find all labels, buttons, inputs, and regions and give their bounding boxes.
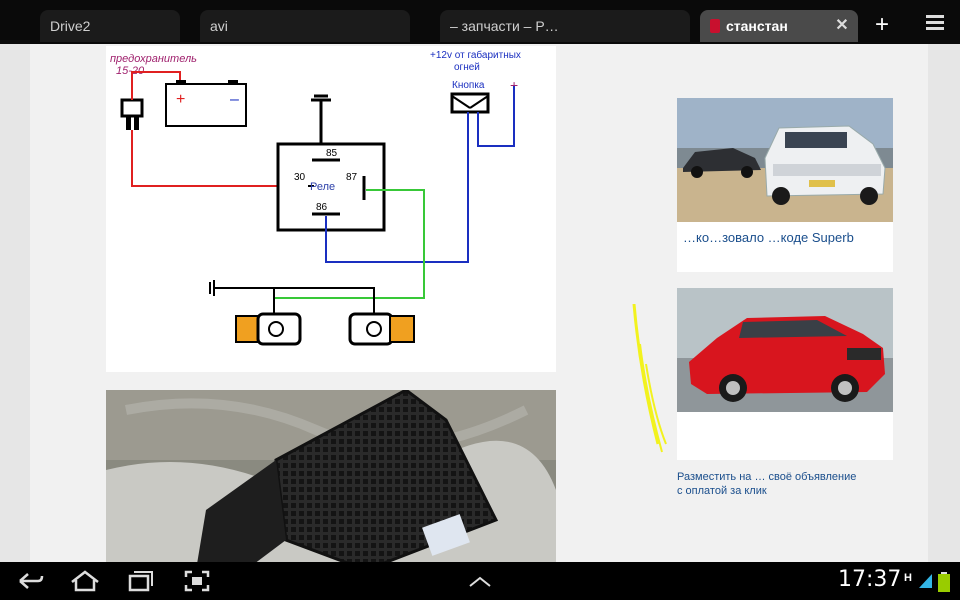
- horn-left-icon: [235, 312, 302, 346]
- status-clock: 17:37: [838, 567, 902, 592]
- fuse-label: предохранитель: [110, 53, 197, 65]
- battery-plus: +: [176, 91, 185, 108]
- web-page[interactable]: предохранитель 15-20 + – 85 30 Реле 87 8…: [0, 44, 960, 562]
- wiring-diagram-image[interactable]: предохранитель 15-20 + – 85 30 Реле 87 8…: [106, 46, 556, 372]
- tab-active[interactable]: станстан ✕: [700, 10, 858, 42]
- pin-86: 86: [316, 202, 328, 213]
- relay-label: Реле: [310, 181, 335, 193]
- button-label: Кнопка: [452, 80, 485, 91]
- network-type-icon: H: [904, 572, 912, 584]
- page-margin-left: [0, 44, 30, 562]
- tab-label: – запчасти – Р…: [450, 18, 559, 34]
- ad-placement-note[interactable]: Разместить на … своё объявление с оплато…: [677, 470, 907, 498]
- battery-minus: –: [230, 91, 239, 108]
- ad-note-line: Разместить на … своё объявление: [677, 471, 857, 483]
- ad-title[interactable]: …ко…зовало …коде Superb: [683, 230, 889, 246]
- tab-1[interactable]: Drive2: [40, 10, 180, 42]
- source-label: +12v от габаритных: [430, 49, 521, 61]
- ad-card[interactable]: [677, 288, 893, 460]
- new-tab-button[interactable]: +: [868, 12, 896, 40]
- pedal-photo[interactable]: [106, 390, 556, 562]
- tab-3[interactable]: – запчасти – Р…: [440, 10, 690, 42]
- pin-30: 30: [294, 172, 306, 183]
- back-icon[interactable]: [14, 568, 46, 594]
- car-ad-image: [677, 288, 893, 412]
- ad-note-line: с оплатой за клик: [677, 485, 767, 497]
- fuse-icon: [120, 98, 144, 130]
- system-nav-bar: 17:37 H: [0, 562, 960, 600]
- horn-right-icon: [348, 312, 415, 346]
- car-ad-image: [677, 98, 893, 222]
- tab-label: станстан: [726, 18, 788, 34]
- site-favicon-icon: [710, 19, 720, 33]
- battery-status-icon: [938, 572, 950, 592]
- recent-apps-icon[interactable]: [126, 568, 156, 594]
- pin-87: 87: [346, 172, 358, 183]
- overflow-menu-icon[interactable]: [922, 12, 948, 36]
- pin-85: 85: [326, 148, 338, 159]
- tab-2[interactable]: avi: [200, 10, 410, 42]
- browser-tab-bar: Drive2 avi – запчасти – Р… станстан ✕ +: [0, 0, 960, 44]
- source-label-2: огней: [454, 62, 480, 73]
- close-tab-icon[interactable]: ✕: [832, 10, 852, 42]
- tab-label: Drive2: [50, 18, 91, 34]
- yellow-scribble: [632, 304, 667, 453]
- page-margin-right: [928, 44, 960, 562]
- signal-icon: [919, 574, 932, 588]
- push-button-icon: [450, 92, 490, 114]
- home-icon[interactable]: [68, 568, 102, 594]
- chevron-up-icon[interactable]: [466, 568, 494, 594]
- page-content: предохранитель 15-20 + – 85 30 Реле 87 8…: [30, 44, 928, 562]
- ad-card[interactable]: …ко…зовало …коде Superb: [677, 98, 893, 272]
- screenshot-icon[interactable]: [182, 568, 212, 594]
- tab-label: avi: [210, 18, 228, 34]
